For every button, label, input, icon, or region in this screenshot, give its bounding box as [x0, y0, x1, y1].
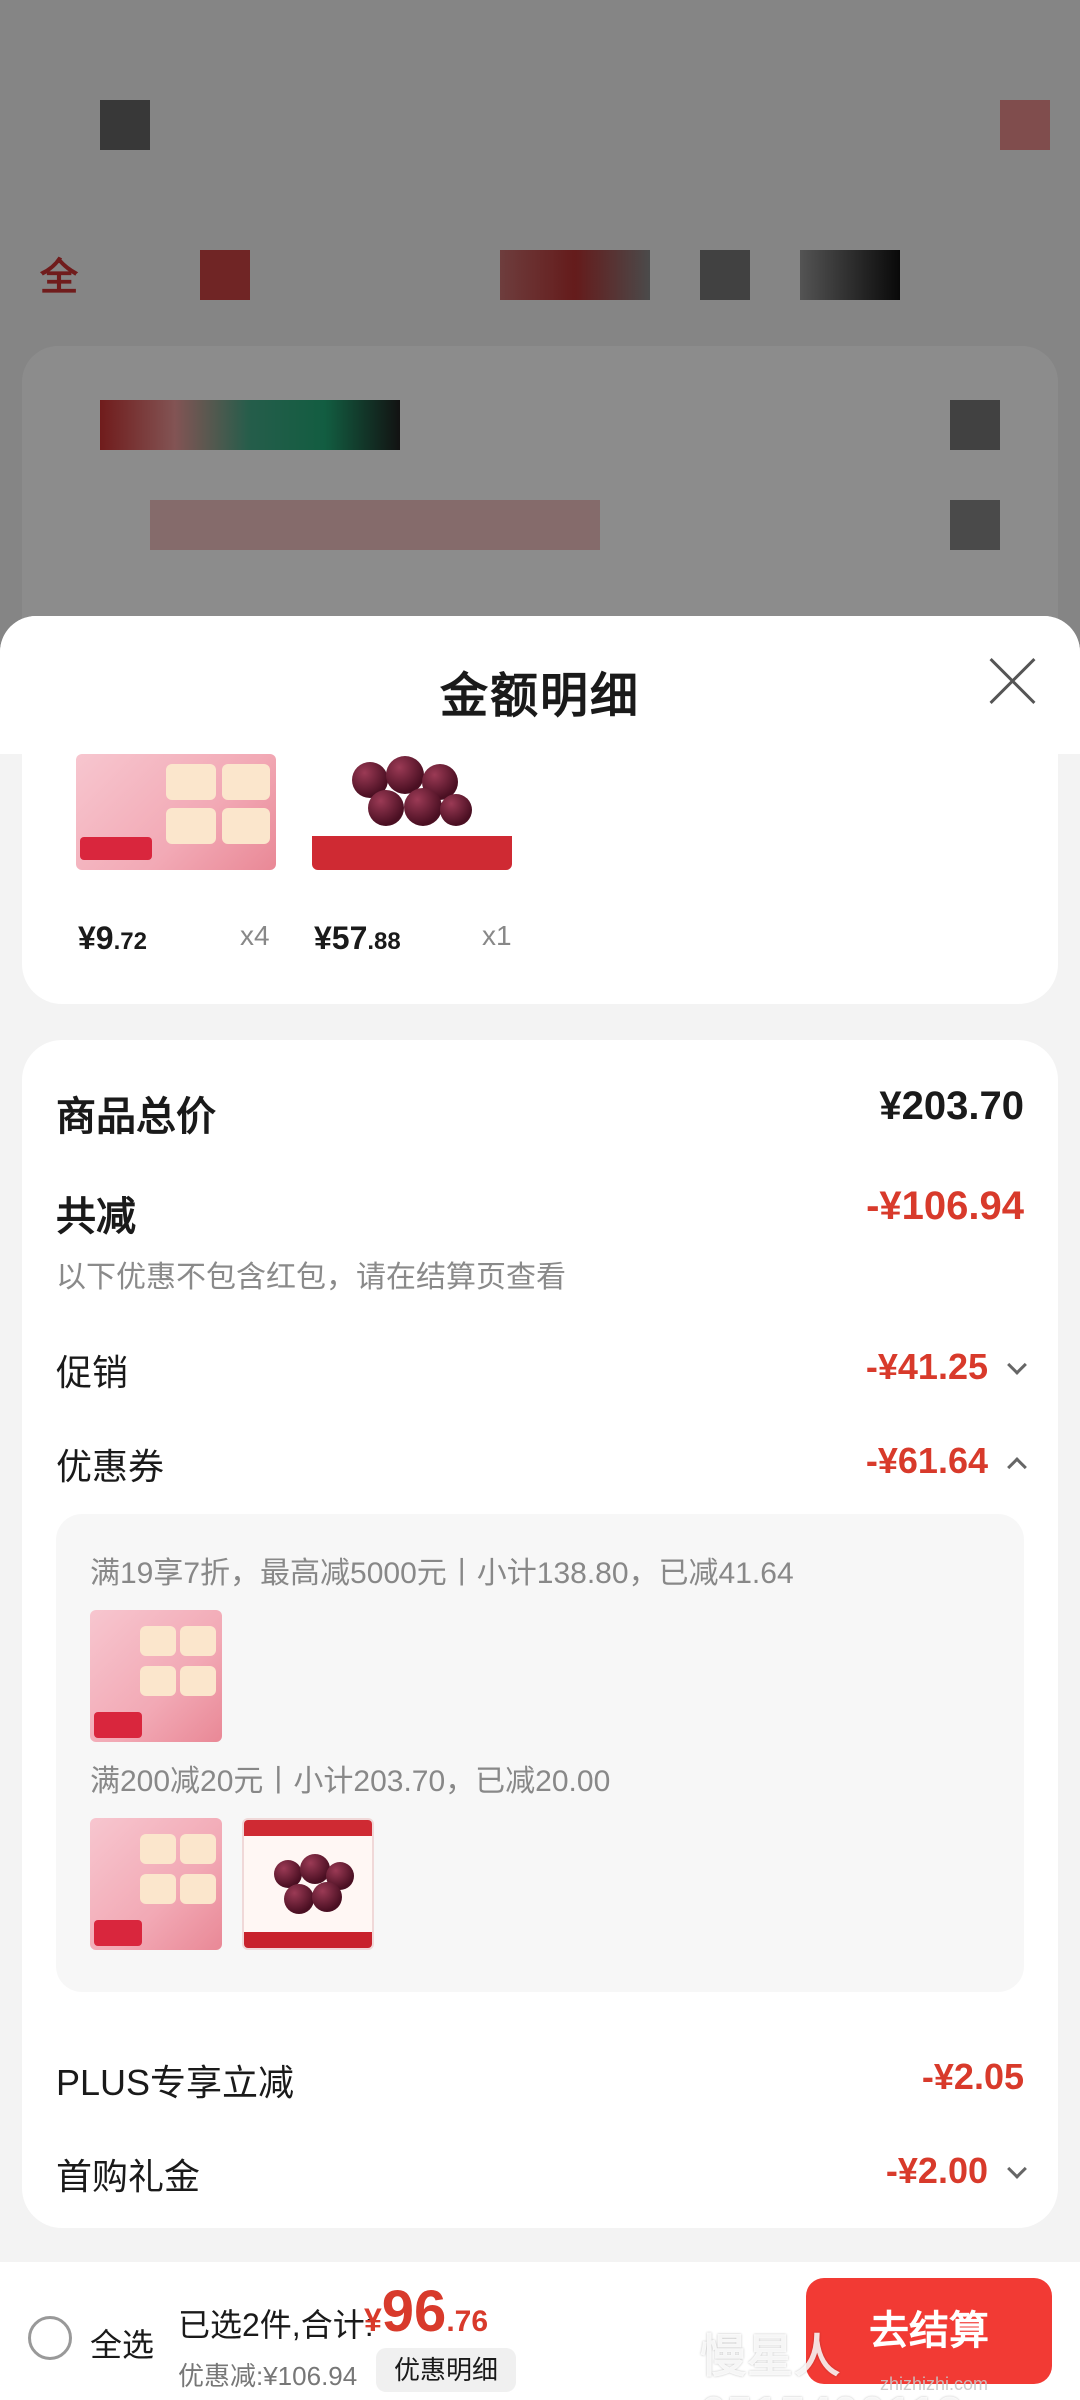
amount-detail-sheet: 金额明细 ¥9.72 x4 ¥57.88 x1 商品总价 ¥203.70 共减 … — [0, 616, 1080, 2400]
reduce-note: 以下优惠不包含红包，请在结算页查看 — [56, 1261, 566, 1294]
select-all-radio[interactable] — [28, 2316, 72, 2360]
sheet-title: 金额明细 — [439, 670, 640, 723]
select-all-label[interactable]: 全选 — [90, 2320, 154, 2366]
overlay-dim[interactable] — [0, 0, 1080, 700]
coupon-rule: 满200减20元丨小计203.70，已减20.00 — [90, 1765, 611, 1798]
item-quantity: x4 — [240, 920, 270, 951]
selected-total-label: 已选2件,合计: — [178, 2307, 374, 2343]
chevron-up-icon[interactable] — [1007, 1457, 1027, 1477]
item-price: ¥9.72 — [78, 920, 147, 956]
coupon-detail-box: 满19享7折，最高减5000元丨小计138.80，已减41.64 满200减20… — [56, 1514, 1024, 1992]
product-items-card: ¥9.72 x4 ¥57.88 x1 — [22, 754, 1058, 1004]
item-quantity: x1 — [482, 920, 512, 951]
chevron-down-icon[interactable] — [1007, 1355, 1027, 1375]
chevron-down-icon[interactable] — [1007, 2159, 1027, 2179]
coupon-value[interactable]: -¥61.64 — [866, 1440, 988, 1482]
discount-detail-button[interactable]: 优惠明细 — [376, 2348, 516, 2392]
first-purchase-gift-value[interactable]: -¥2.00 — [886, 2150, 988, 2192]
promo-value[interactable]: -¥41.25 — [866, 1346, 988, 1388]
first-purchase-gift-label[interactable]: 首购礼金 — [56, 2148, 200, 2200]
item-price: ¥57.88 — [314, 920, 401, 956]
laundry-beads-thumbnail[interactable] — [90, 1610, 222, 1742]
plus-discount-value: -¥2.05 — [921, 2056, 1024, 2097]
laundry-beads-thumbnail[interactable] — [76, 754, 276, 870]
goods-total-value: ¥203.70 — [879, 1084, 1024, 1128]
laundry-beads-thumbnail[interactable] — [90, 1818, 222, 1950]
plus-discount-label: PLUS专享立减 — [56, 2062, 295, 2103]
close-icon[interactable] — [984, 652, 1040, 708]
price-detail-card: 商品总价 ¥203.70 共减 -¥106.94 以下优惠不包含红包，请在结算页… — [22, 1040, 1058, 2228]
total-reduce-label: 共减 — [56, 1195, 136, 1239]
discount-amount: 优惠减:¥106.94 — [178, 2361, 358, 2391]
goods-total-label: 商品总价 — [56, 1095, 216, 1139]
cherry-thumbnail[interactable] — [242, 1818, 374, 1950]
coupon-label[interactable]: 优惠券 — [56, 1438, 164, 1490]
checkout-bar: 全选 已选2件,合计: ¥96.76 优惠减:¥106.94 优惠明细 去结算 … — [0, 2262, 1080, 2400]
promo-label[interactable]: 促销 — [56, 1344, 128, 1396]
sheet-header: 金额明细 — [0, 616, 1080, 754]
total-price: ¥96.76 — [364, 2279, 489, 2344]
total-reduce-value: -¥106.94 — [866, 1184, 1024, 1228]
coupon-rule: 满19享7折，最高减5000元丨小计138.80，已减41.64 — [90, 1557, 794, 1590]
cherry-thumbnail[interactable] — [312, 754, 512, 870]
watermark-site: zhizhizhi.com — [880, 2374, 989, 2394]
